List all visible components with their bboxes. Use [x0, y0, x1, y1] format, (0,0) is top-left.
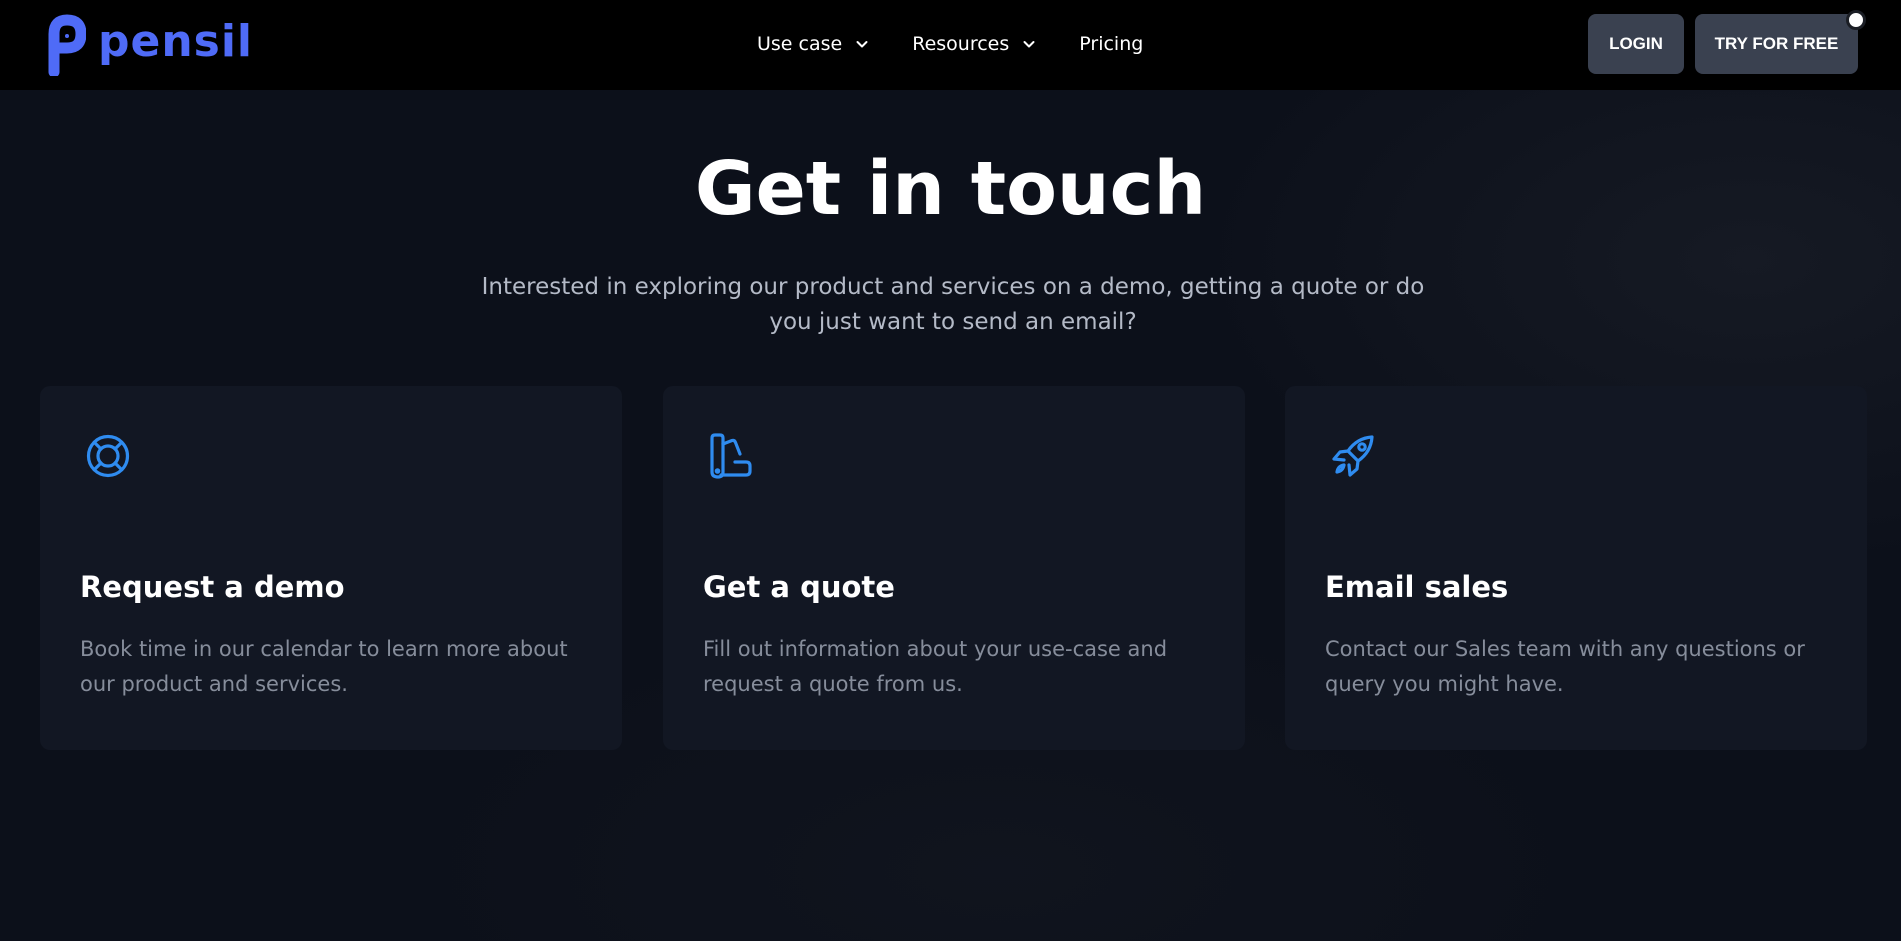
- card-description: Fill out information about your use-case…: [703, 637, 1168, 696]
- contact-section: Get in touch Interested in exploring our…: [0, 90, 1901, 941]
- main-nav: Use case Resources Pricing: [757, 28, 1143, 60]
- card-title: Request a demo: [80, 570, 345, 604]
- swatch-icon: [710, 433, 752, 479]
- chevron-down-icon: [856, 41, 868, 48]
- nav-item-use-case[interactable]: Use case: [757, 33, 870, 55]
- page-title: Get in touch: [694, 146, 1207, 232]
- lifebuoy-icon: [86, 434, 130, 478]
- nav-item-resources[interactable]: Resources: [912, 33, 1037, 55]
- nav-item-label: Pricing: [1079, 33, 1144, 55]
- nav-item-label: Use case: [757, 33, 843, 55]
- brand-name: pensil: [98, 16, 254, 67]
- page-subtitle: Interested in exploring our product and …: [481, 274, 1425, 335]
- email-sales-card[interactable]: Email sales Contact our Sales team with …: [1285, 386, 1867, 750]
- rocket-icon: [1332, 435, 1374, 477]
- login-button[interactable]: LOGIN: [1588, 14, 1684, 74]
- card-description: Book time in our calendar to learn more …: [80, 637, 568, 696]
- get-quote-card[interactable]: Get a quote Fill out information about y…: [663, 386, 1245, 750]
- try-for-free-button[interactable]: TRY FOR FREE: [1695, 14, 1858, 74]
- top-navbar: pensil Use case Resources Pricing LOGIN …: [0, 0, 1901, 90]
- nav-item-label: Resources: [912, 33, 1010, 55]
- pensil-logo[interactable]: pensil: [48, 14, 253, 76]
- status-dot: [1846, 10, 1866, 30]
- request-demo-card[interactable]: Request a demo Book time in our calendar…: [40, 386, 622, 750]
- chevron-down-icon: [1023, 41, 1035, 48]
- pensil-logo-icon: [48, 14, 86, 76]
- card-title: Email sales: [1325, 570, 1509, 604]
- card-title: Get a quote: [703, 570, 895, 604]
- nav-item-pricing[interactable]: Pricing: [1079, 33, 1143, 55]
- card-description: Contact our Sales team with any question…: [1325, 637, 1805, 696]
